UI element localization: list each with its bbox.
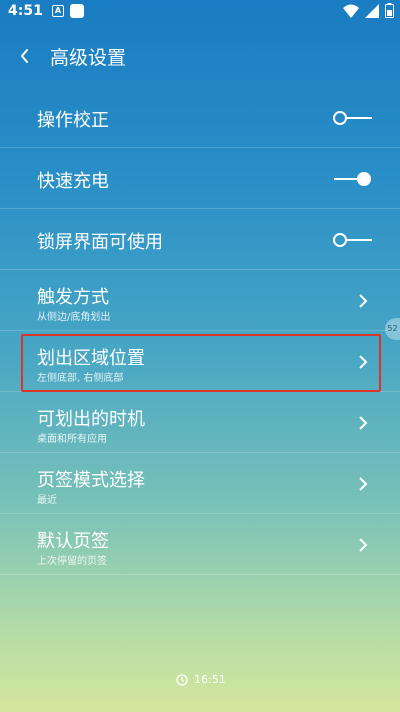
- setting-tab-mode[interactable]: 页签模式选择 最近: [0, 454, 400, 514]
- back-arrow-icon[interactable]: [16, 42, 40, 70]
- setting-label: 锁屏界面可使用: [37, 232, 163, 253]
- setting-default-tab[interactable]: 默认页签 上次停留的页签: [0, 515, 400, 575]
- setting-sublabel: 从侧边/底角划出: [37, 312, 111, 323]
- setting-swipe-timing[interactable]: 可划出的时机 桌面和所有应用: [0, 393, 400, 453]
- chevron-right-icon: [359, 294, 368, 308]
- battery-icon: [385, 3, 394, 18]
- setting-label: 操作校正: [37, 110, 109, 131]
- status-time: 4:51: [8, 3, 43, 19]
- toggle-on[interactable]: [333, 170, 373, 188]
- page-title: 高级设置: [50, 47, 127, 69]
- chevron-right-icon: [359, 538, 368, 552]
- setting-sublabel: 上次停留的页签: [37, 556, 107, 567]
- a-notification-icon: A: [52, 5, 64, 17]
- status-right-icons: [343, 3, 394, 18]
- chevron-right-icon: [359, 416, 368, 430]
- footer-clock: 16:51: [176, 673, 226, 686]
- toggle-off[interactable]: [333, 109, 373, 127]
- square-notification-icon: [70, 4, 84, 18]
- setting-label: 可划出的时机: [37, 409, 145, 430]
- status-bar: 4:51 A: [0, 0, 400, 24]
- setting-operation-correction[interactable]: 操作校正: [0, 88, 400, 148]
- edge-swipe-handle[interactable]: 52: [385, 318, 400, 340]
- clock-icon: [176, 673, 188, 686]
- footer-time: 16:51: [194, 673, 226, 686]
- highlight-box: [21, 334, 381, 392]
- chevron-right-icon: [359, 477, 368, 491]
- setting-lockscreen-usable[interactable]: 锁屏界面可使用: [0, 210, 400, 270]
- toggle-off[interactable]: [333, 231, 373, 249]
- setting-sublabel: 桌面和所有应用: [37, 434, 107, 445]
- setting-fast-charge[interactable]: 快速充电: [0, 149, 400, 209]
- wifi-icon: [343, 4, 359, 18]
- setting-trigger-mode[interactable]: 触发方式 从侧边/底角划出: [0, 271, 400, 331]
- setting-label: 触发方式: [37, 287, 109, 308]
- setting-label: 默认页签: [37, 531, 109, 552]
- signal-icon: [365, 3, 379, 18]
- title-bar: 高级设置: [0, 36, 400, 76]
- setting-label: 快速充电: [37, 171, 109, 192]
- setting-label: 页签模式选择: [37, 470, 145, 491]
- setting-sublabel: 最近: [37, 495, 57, 506]
